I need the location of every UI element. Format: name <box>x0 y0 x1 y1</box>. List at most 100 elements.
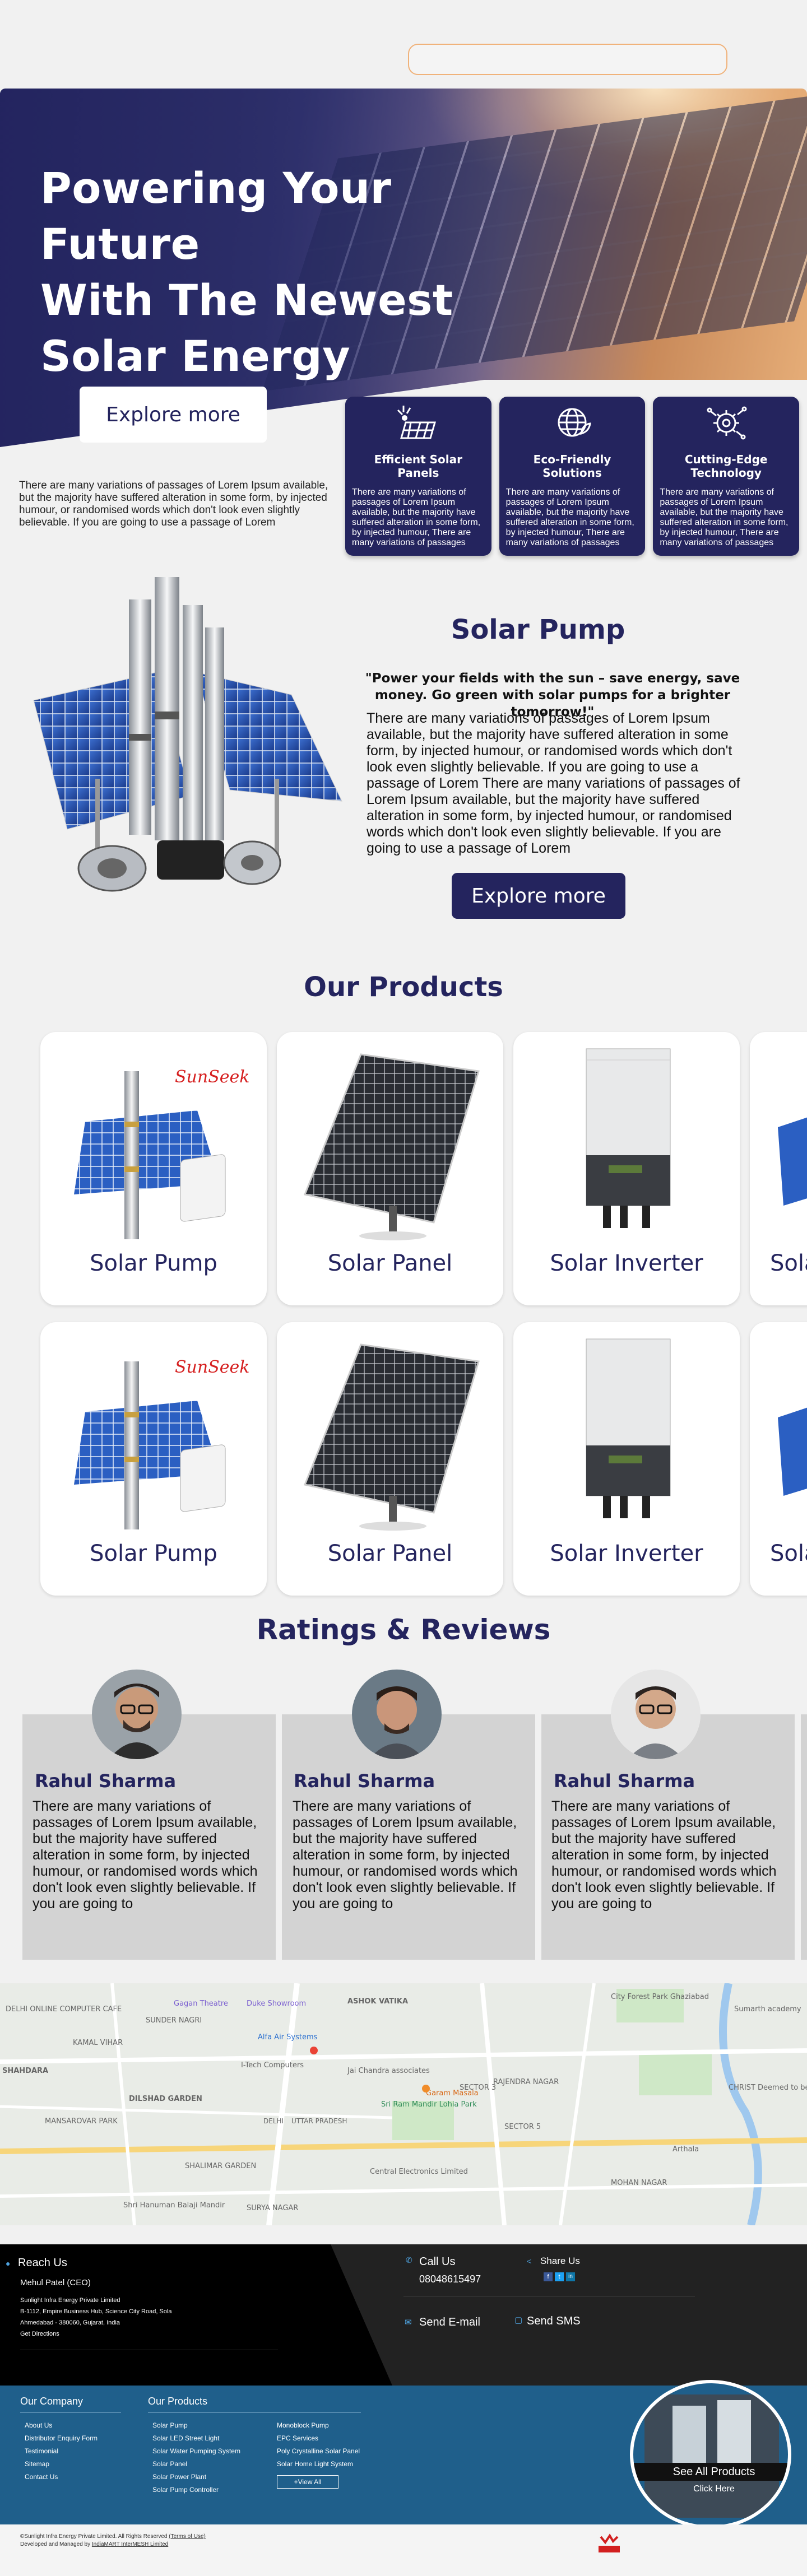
product-row-1: SunSeeker Solar Pump Solar Panel <box>40 1032 807 1305</box>
map-pin-icon <box>422 2085 430 2093</box>
pump-title: Solar Pump <box>451 614 625 645</box>
product-name: Sola <box>770 1541 807 1566</box>
contact-section: ● Reach Us Mehul Patel (CEO) Sunlight In… <box>0 2244 807 2386</box>
map-label: MANSAROVAR PARK <box>45 2117 118 2126</box>
phone-number[interactable]: 08048615497 <box>419 2273 481 2285</box>
facebook-icon[interactable]: f <box>544 2272 553 2281</box>
product-card-partial[interactable]: Sola <box>750 1032 807 1305</box>
share-us-title: Share Us <box>540 2256 580 2266</box>
our-products-title: Our Products <box>148 2396 208 2407</box>
footer-link-distributor[interactable]: Distributor Enquiry Form <box>25 2434 98 2442</box>
solar-product-image <box>767 1043 807 1245</box>
send-sms-link[interactable]: Send SMS <box>527 2315 581 2328</box>
footer-product-link[interactable]: Solar Water Pumping System <box>152 2447 240 2455</box>
solar-pump-product-image: SunSeeker <box>57 1043 267 1245</box>
map-label: DILSHAD GARDEN <box>129 2095 202 2103</box>
our-company-title: Our Company <box>20 2396 84 2407</box>
divider <box>148 2412 361 2413</box>
get-directions-link[interactable]: Get Directions <box>20 2331 59 2337</box>
feature-card-cutting-edge[interactable]: Cutting-Edge Technology There are many v… <box>653 397 800 556</box>
product-name: Solar Panel <box>327 1250 453 1276</box>
footer-product-link[interactable]: Solar Pump <box>152 2421 188 2429</box>
footer-product-link[interactable]: Solar Home Light System <box>277 2460 353 2468</box>
sunseeker-logo: SunSeeker <box>175 1067 250 1087</box>
map-label: KAMAL VIHAR <box>73 2039 123 2047</box>
product-row-2: SunSeeker Solar Pump Solar Panel <box>40 1322 807 1596</box>
map-label: Alfa Air Systems <box>258 2033 318 2042</box>
send-email-link[interactable]: Send E-mail <box>419 2316 480 2329</box>
product-card-solar-panel[interactable]: Solar Panel <box>277 1032 503 1305</box>
sunseeker-logo: SunSeeker <box>175 1357 250 1377</box>
footer-link-contact[interactable]: Contact Us <box>25 2473 58 2481</box>
review-text: There are many variations of passages of… <box>293 1798 518 1912</box>
solar-inverter-product-image <box>530 1043 723 1245</box>
view-all-button[interactable]: +View All <box>277 2475 338 2489</box>
footer: Our Company Our Products About Us Distri… <box>0 2380 807 2529</box>
review-text: There are many variations of passages of… <box>551 1798 777 1912</box>
hero-title-line2: With The Newest <box>40 275 453 325</box>
address-line1: B-1112, Empire Business Hub, Science Cit… <box>20 2308 172 2315</box>
map-label: SECTOR 3 <box>460 2084 496 2092</box>
solar-pump-image <box>28 566 353 902</box>
search-bar[interactable] <box>408 44 727 75</box>
product-card-solar-pump[interactable]: SunSeeker Solar Pump <box>40 1032 267 1305</box>
map-label: Jai Chandra associates <box>347 2067 430 2075</box>
footer-product-link[interactable]: Poly Crystalline Solar Panel <box>277 2447 360 2455</box>
feature-text: There are many variations of passages of… <box>352 487 481 547</box>
footer-product-link[interactable]: Solar Power Plant <box>152 2473 206 2481</box>
product-card-solar-panel[interactable]: Solar Panel <box>277 1322 503 1596</box>
feature-text: There are many variations of passages of… <box>660 487 789 547</box>
contact-person: Mehul Patel (CEO) <box>20 2278 91 2287</box>
phone-icon: ✆ <box>406 2256 412 2265</box>
terms-link[interactable]: (Terms of Use) <box>169 2533 206 2540</box>
footer-product-link[interactable]: Monoblock Pump <box>277 2421 329 2429</box>
feature-card-eco-friendly[interactable]: Eco-Friendly Solutions There are many va… <box>499 397 646 556</box>
product-card-partial[interactable]: Sola <box>750 1322 807 1596</box>
developed-text: Developed and Managed by <box>20 2541 91 2547</box>
see-all-products-label: See All Products <box>633 2463 788 2481</box>
twitter-icon[interactable]: t <box>555 2272 564 2281</box>
linkedin-icon[interactable]: in <box>566 2272 575 2281</box>
products-carousel: SunSeeker Solar Pump Solar Panel <box>0 1008 807 1625</box>
feature-text: There are many variations of passages of… <box>505 487 634 547</box>
developer-link[interactable]: IndiaMART InterMESH Limited <box>92 2541 168 2547</box>
review-text: There are many variations of passages of… <box>33 1798 258 1912</box>
map-label: Central Electronics Limited <box>370 2168 468 2176</box>
address-line2: Ahmedabad - 380060, Gujarat, India <box>20 2319 120 2326</box>
call-us-title: Call Us <box>419 2256 456 2268</box>
map-label: SURYA NAGAR <box>247 2204 298 2212</box>
location-map[interactable]: City Forest Park Ghaziabad Sumarth acade… <box>0 1983 807 2225</box>
map-label: RAJENDRA NAGAR <box>493 2078 559 2086</box>
top-bar <box>0 0 807 90</box>
see-all-products-promo[interactable]: See All Products Click Here <box>630 2380 791 2529</box>
footer-link-about[interactable]: About Us <box>25 2421 52 2429</box>
product-card-solar-inverter[interactable]: Solar Inverter <box>513 1032 740 1305</box>
solar-panel-product-image <box>294 1333 486 1535</box>
review-card-partial <box>801 1714 807 1960</box>
footer-product-link[interactable]: EPC Services <box>277 2434 318 2442</box>
map-label: Shri Hanuman Balaji Mandir <box>123 2201 225 2210</box>
map-pin-icon <box>310 2047 318 2054</box>
feature-card-efficient-panels[interactable]: Efficient Solar Panels There are many va… <box>345 397 491 556</box>
footer-link-testimonial[interactable]: Testimonial <box>25 2447 58 2455</box>
product-card-solar-pump[interactable]: SunSeeker Solar Pump <box>40 1322 267 1596</box>
map-label: UTTAR PRADESH <box>291 2117 347 2125</box>
feature-title: Cutting-Edge Technology <box>684 453 768 480</box>
divider <box>20 2412 121 2413</box>
solar-pump-product-image: SunSeeker <box>57 1333 267 1535</box>
solar-panel-product-image <box>294 1043 486 1245</box>
footer-product-link[interactable]: Solar Pump Controller <box>152 2486 219 2494</box>
footer-product-link[interactable]: Solar Panel <box>152 2460 187 2468</box>
product-name: Solar Panel <box>327 1541 453 1566</box>
gear-tech-icon <box>704 403 749 443</box>
click-here-link[interactable]: Click Here <box>633 2484 788 2494</box>
map-label: SECTOR 5 <box>504 2123 541 2131</box>
footer-link-sitemap[interactable]: Sitemap <box>25 2460 49 2468</box>
hero-explore-button[interactable]: Explore more <box>80 387 267 443</box>
pump-explore-button[interactable]: Explore more <box>452 873 625 919</box>
bottom-bar: ©Sunlight Infra Energy Private Limited. … <box>0 2524 807 2576</box>
product-card-solar-inverter[interactable]: Solar Inverter <box>513 1322 740 1596</box>
solar-panel-icon <box>396 403 440 443</box>
footer-product-link[interactable]: Solar LED Street Light <box>152 2434 219 2442</box>
product-name: Solar Pump <box>90 1250 217 1276</box>
